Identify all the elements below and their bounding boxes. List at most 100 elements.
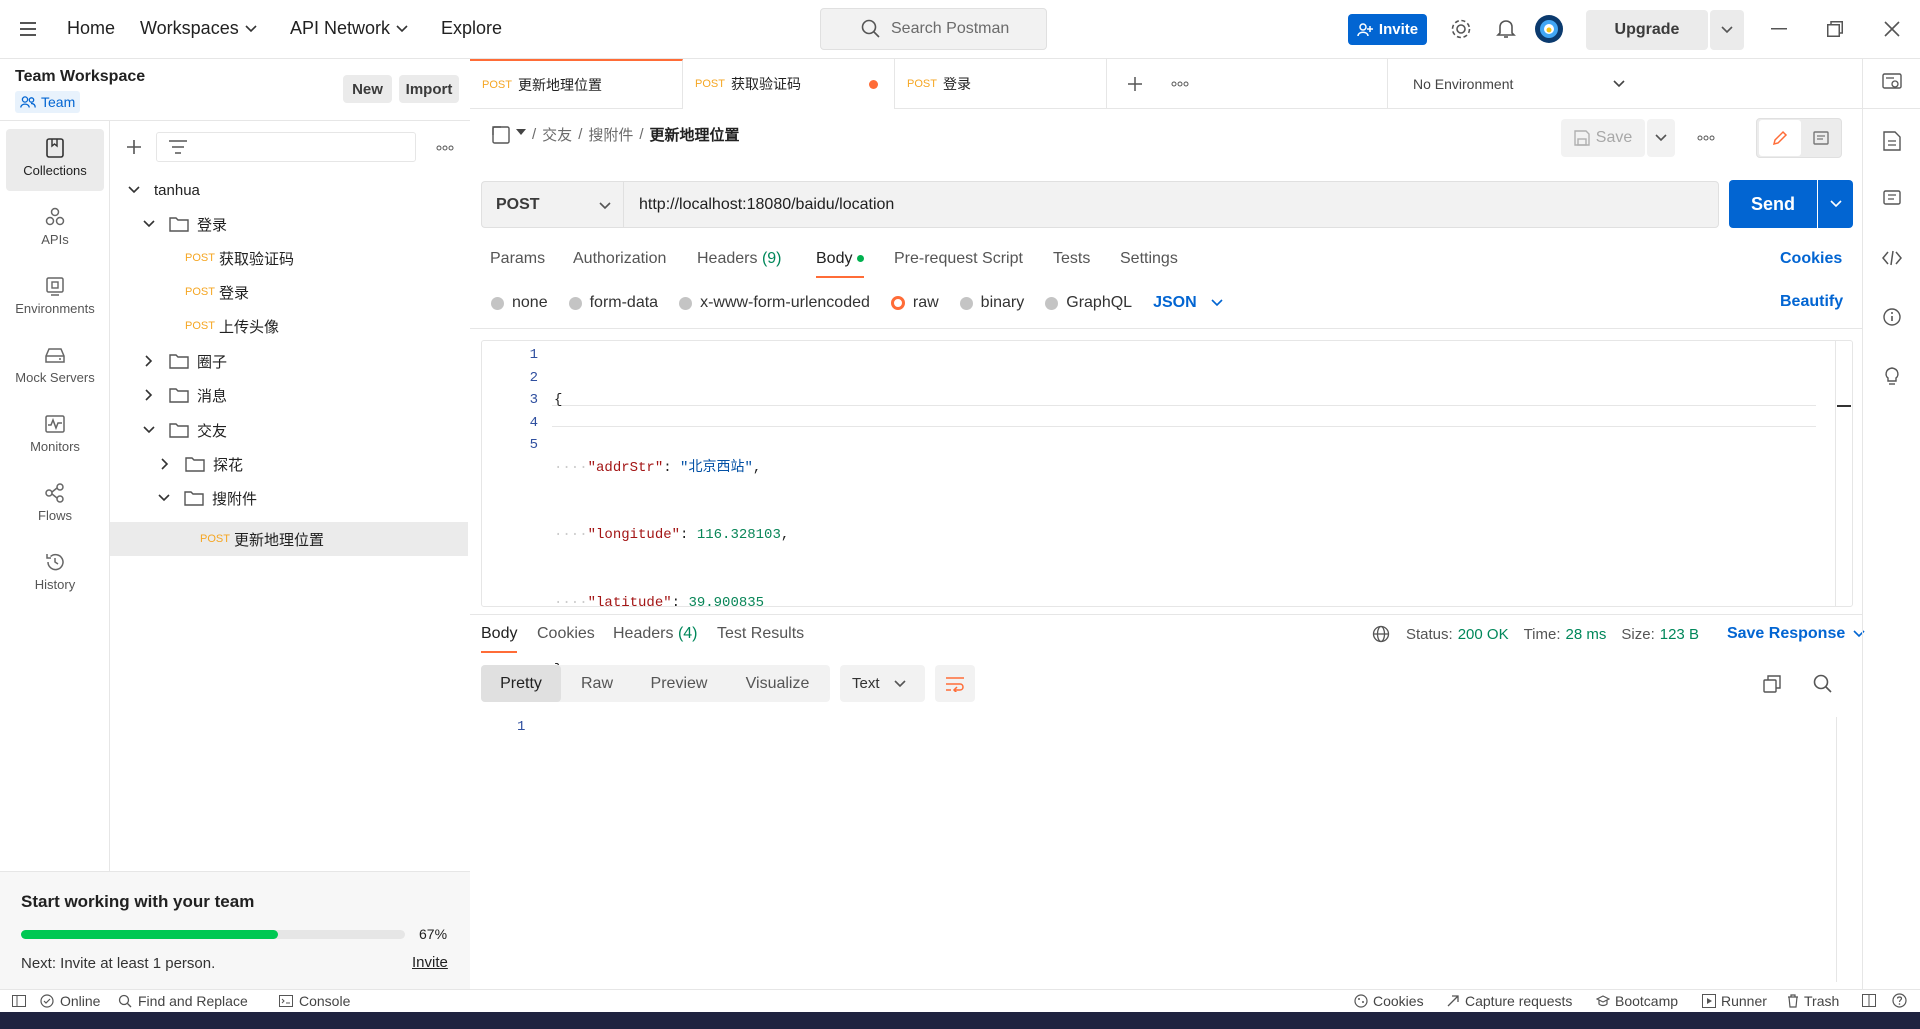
help-icon[interactable] — [1892, 993, 1907, 1008]
http-method-select[interactable]: POST — [481, 181, 623, 228]
tree-request-upload-avatar[interactable]: POST 上传头像 — [110, 309, 468, 343]
team-card-invite-link[interactable]: Invite — [412, 954, 448, 971]
sidebar-item-mock-servers[interactable]: Mock Servers — [6, 336, 104, 395]
code-snippet-icon[interactable] — [1882, 250, 1902, 266]
new-tab-icon[interactable] — [1127, 76, 1143, 92]
body-type-form-data[interactable]: form-data — [568, 294, 658, 312]
upgrade-button[interactable]: Upgrade — [1586, 10, 1708, 50]
sidebar-item-flows[interactable]: Flows — [6, 474, 104, 533]
tab-pre-request-script[interactable]: Pre-request Script — [894, 250, 1023, 268]
info-icon[interactable] — [1883, 308, 1901, 326]
upgrade-dropdown-button[interactable] — [1710, 10, 1744, 50]
restore-window-icon[interactable] — [1827, 21, 1843, 37]
environment-quick-look-icon[interactable] — [1882, 73, 1902, 91]
response-scrollbar[interactable] — [1836, 717, 1837, 982]
edit-mode-pencil-icon[interactable] — [1759, 120, 1801, 156]
tree-request-get-code[interactable]: POST 获取验证码 — [110, 241, 468, 275]
notifications-bell-icon[interactable] — [1496, 18, 1516, 40]
save-response-button[interactable]: Save Response — [1727, 625, 1865, 643]
save-options-button[interactable] — [1647, 119, 1675, 157]
wrap-lines-icon[interactable] — [935, 665, 975, 702]
search-response-icon[interactable] — [1813, 674, 1833, 694]
lightbulb-icon[interactable] — [1882, 365, 1902, 385]
more-options-icon[interactable] — [436, 145, 454, 151]
tree-folder-messages[interactable]: 消息 — [110, 378, 468, 412]
tab-login[interactable]: POST 登录 — [895, 59, 1107, 109]
comments-icon[interactable] — [1883, 190, 1901, 208]
minimize-window-icon[interactable] — [1771, 28, 1787, 30]
body-type-graphql[interactable]: GraphQL — [1045, 294, 1132, 312]
tree-request-login[interactable]: POST 登录 — [110, 275, 468, 309]
tab-params[interactable]: Params — [490, 250, 545, 268]
filter-input[interactable] — [156, 132, 416, 162]
raw-language-select[interactable]: JSON — [1153, 294, 1223, 312]
runner-button[interactable]: Runner — [1702, 993, 1767, 1009]
tab-settings[interactable]: Settings — [1120, 250, 1178, 268]
workspace-name[interactable]: Team Workspace — [15, 68, 145, 86]
send-button[interactable]: Send — [1729, 180, 1817, 228]
request-body-editor[interactable]: 1 2 3 4 5 { ····"addrStr": "北京西站", ····"… — [481, 340, 1853, 678]
tab-body[interactable]: Body — [816, 250, 865, 278]
beautify-button[interactable]: Beautify — [1780, 293, 1843, 311]
view-visualize[interactable]: Visualize — [725, 665, 830, 702]
url-input[interactable]: http://localhost:18080/baidu/location — [623, 181, 1719, 228]
find-replace-button[interactable]: Find and Replace — [118, 993, 248, 1009]
view-pretty[interactable]: Pretty — [481, 665, 561, 702]
import-button[interactable]: Import — [399, 75, 459, 103]
search-input[interactable]: Search Postman — [820, 8, 1047, 50]
more-tabs-icon[interactable] — [1171, 81, 1189, 87]
body-type-binary[interactable]: binary — [959, 294, 1024, 312]
documentation-icon[interactable] — [1883, 131, 1901, 151]
time-value[interactable]: 28 ms — [1566, 626, 1607, 643]
nav-workspaces[interactable]: Workspaces — [140, 18, 257, 39]
size-value[interactable]: 123 B — [1660, 626, 1699, 643]
tree-folder-login[interactable]: 登录 — [110, 207, 468, 241]
caret-down-icon[interactable] — [516, 128, 526, 135]
trash-button[interactable]: Trash — [1787, 993, 1839, 1009]
response-tab-cookies[interactable]: Cookies — [537, 625, 595, 643]
invite-button[interactable]: Invite — [1348, 14, 1427, 45]
online-status[interactable]: Online — [40, 993, 100, 1009]
response-tab-test-results[interactable]: Test Results — [717, 625, 804, 643]
nav-home[interactable]: Home — [67, 18, 115, 39]
new-button[interactable]: New — [343, 75, 392, 103]
toggle-sidebar-icon[interactable] — [12, 995, 26, 1007]
tab-update-location[interactable]: POST 更新地理位置 — [470, 59, 683, 109]
globe-icon[interactable] — [1372, 625, 1390, 643]
tab-headers[interactable]: Headers (9) — [697, 250, 782, 268]
breadcrumb-attach[interactable]: 搜附件 — [588, 124, 633, 145]
cookies-status-button[interactable]: Cookies — [1354, 993, 1424, 1009]
body-type-urlencoded[interactable]: x-www-form-urlencoded — [679, 294, 870, 312]
copy-response-icon[interactable] — [1763, 675, 1781, 693]
body-type-none[interactable]: none — [491, 294, 548, 312]
sidebar-item-apis[interactable]: APIs — [6, 198, 104, 257]
comment-mode-icon[interactable] — [1801, 120, 1841, 156]
sidebar-item-monitors[interactable]: Monitors — [6, 405, 104, 464]
console-button[interactable]: Console — [279, 993, 350, 1009]
tree-folder-circle[interactable]: 圈子 — [110, 344, 468, 378]
response-format-select[interactable]: Text — [840, 665, 925, 702]
send-options-button[interactable] — [1818, 180, 1853, 228]
sidebar-item-environments[interactable]: Environments — [6, 267, 104, 326]
tree-folder-attach[interactable]: 搜附件 — [110, 481, 468, 515]
save-button[interactable]: Save — [1561, 119, 1645, 157]
tab-get-code[interactable]: POST 获取验证码 — [683, 59, 895, 109]
tab-authorization[interactable]: Authorization — [573, 250, 666, 268]
user-avatar[interactable] — [1534, 14, 1564, 44]
sidebar-item-history[interactable]: History — [6, 543, 104, 602]
capture-requests-button[interactable]: Capture requests — [1446, 993, 1572, 1009]
tree-collection-tanhua[interactable]: tanhua — [110, 173, 468, 207]
breadcrumb-friends[interactable]: 交友 — [542, 124, 572, 145]
environment-selector[interactable]: No Environment — [1387, 59, 1645, 109]
response-tab-body[interactable]: Body — [481, 625, 518, 653]
nav-api-network[interactable]: API Network — [290, 18, 408, 39]
nav-explore[interactable]: Explore — [441, 18, 502, 39]
view-raw[interactable]: Raw — [561, 665, 633, 702]
two-pane-view-icon[interactable] — [1862, 994, 1876, 1007]
close-window-icon[interactable] — [1884, 21, 1900, 37]
tab-tests[interactable]: Tests — [1053, 250, 1090, 268]
breadcrumb-current[interactable]: 更新地理位置 — [650, 124, 740, 145]
bootcamp-button[interactable]: Bootcamp — [1596, 993, 1678, 1009]
cookies-link[interactable]: Cookies — [1780, 250, 1842, 268]
request-more-options-icon[interactable] — [1697, 135, 1715, 141]
